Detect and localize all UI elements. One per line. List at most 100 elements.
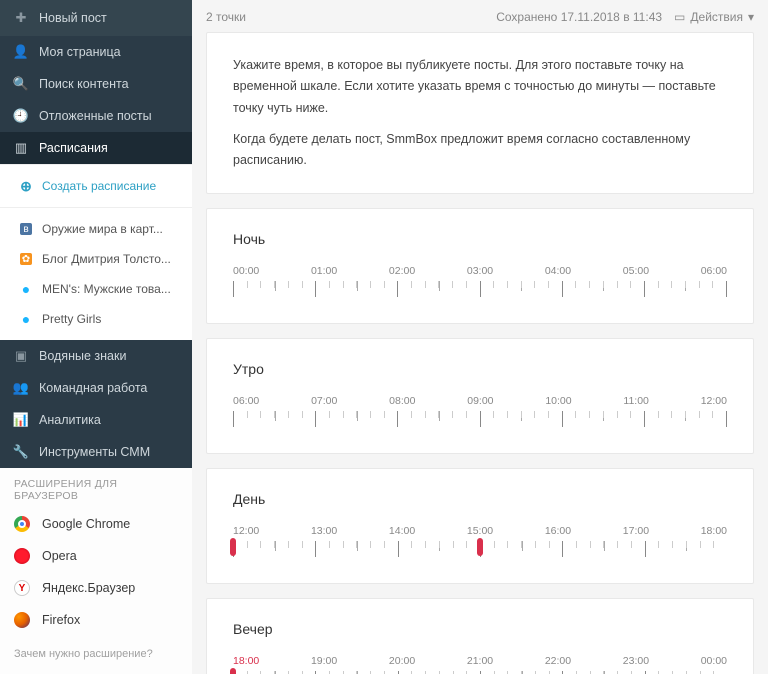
schedule-item[interactable]: ● Pretty Girls [0,304,192,334]
time-label: 18:00 [233,655,259,667]
schedule-label: Блог Дмитрия Толсто... [42,252,171,266]
scale-title: День [233,491,727,507]
schedule-marker[interactable] [230,668,236,674]
nav-label: Аналитика [39,413,101,427]
time-label: 13:00 [311,525,337,537]
actions-dropdown[interactable]: ▭ Действия ▾ [674,10,754,24]
time-label: 00:00 [233,265,259,277]
nav-team[interactable]: 👥 Командная работа [0,372,192,404]
plus-icon: ✚ [14,11,28,25]
nav-delayed-posts[interactable]: 🕘 Отложенные посты [0,100,192,132]
nav-label: Моя страница [39,45,121,59]
time-label: 03:00 [467,265,493,277]
timeline-night[interactable]: 00:0001:0002:0003:0004:0005:0006:00 [233,265,727,301]
schedule-item[interactable]: ● MEN's: Мужские това... [0,274,192,304]
time-label: 10:00 [545,395,571,407]
image-icon: ▣ [14,349,28,363]
nav-analytics[interactable]: 📊 Аналитика [0,404,192,436]
time-label: 09:00 [467,395,493,407]
chevron-down-icon: ▾ [748,10,754,24]
time-label: 04:00 [545,265,571,277]
nav-label: Расписания [39,141,108,155]
nav-search-content[interactable]: 🔍 Поиск контента [0,68,192,100]
time-label: 14:00 [389,525,415,537]
time-label: 02:00 [389,265,415,277]
create-schedule-button[interactable]: ⊕ Создать расписание [0,171,192,201]
time-label: 22:00 [545,655,571,667]
ext-label: Яндекс.Браузер [42,581,135,595]
clock-icon: 🕘 [14,109,28,123]
time-label: 06:00 [701,265,727,277]
nav-label: Командная работа [39,381,147,395]
dot-icon: ● [20,313,32,325]
ext-label: Opera [42,549,77,563]
nav-smm-tools[interactable]: 🔧 Инструменты СММ [0,436,192,468]
time-label: 06:00 [233,395,259,407]
time-label: 20:00 [389,655,415,667]
time-label: 11:00 [623,395,649,407]
ext-why-link[interactable]: Зачем нужно расширение? [0,636,192,672]
schedule-marker[interactable] [477,538,483,556]
time-label: 15:00 [467,525,493,537]
ext-firefox[interactable]: Firefox [0,604,192,636]
opera-icon [14,548,30,564]
scale-title: Ночь [233,231,727,247]
ext-chrome[interactable]: Google Chrome [0,508,192,540]
dot-icon: ● [20,283,32,295]
yandex-icon [14,580,30,596]
scale-title: Утро [233,361,727,377]
scale-evening: Вечер 18:00 19:00 20:00 21:00 22:00 23:00 00:0… [206,598,754,674]
intro-card: Укажите время, в которое вы публикуете п… [206,32,754,194]
time-label: 16:00 [545,525,571,537]
schedule-item[interactable]: ✿ Блог Дмитрия Толсто... [0,244,192,274]
time-label: 21:00 [467,655,493,667]
time-label: 19:00 [311,655,337,667]
new-post-label: Новый пост [39,11,107,25]
ext-yandex[interactable]: Яндекс.Браузер [0,572,192,604]
scale-title: Вечер [233,621,727,637]
time-label: 23:00 [623,655,649,667]
extensions-header: РАСШИРЕНИЯ ДЛЯ БРАУЗЕРОВ [0,468,192,508]
timeline-evening[interactable]: 18:00 19:00 20:00 21:00 22:00 23:00 00:00 [233,655,727,674]
user-icon: 👤 [14,45,28,59]
nav-label: Водяные знаки [39,349,126,363]
schedule-label: Оружие мира в карт... [42,222,163,236]
schedule-label: Pretty Girls [42,312,101,326]
points-count: 2 точки [206,10,246,24]
create-schedule-label: Создать расписание [42,179,156,193]
timeline-day[interactable]: 12:00 13:00 14:00 15:00 16:00 17:00 18:00 [233,525,727,561]
time-label: 12:00 [701,395,727,407]
nav-label: Поиск контента [39,77,129,91]
schedule-label: MEN's: Мужские това... [42,282,171,296]
intro-text-2: Когда будете делать пост, SmmBox предлож… [233,129,727,172]
chrome-icon [14,516,30,532]
timeline-morning[interactable]: 06:00 07:00 08:00 09:00 10:00 11:00 12:00 [233,395,727,431]
time-label: 12:00 [233,525,259,537]
new-post-button[interactable]: ✚ Новый пост [0,0,192,36]
folder-icon: ▭ [674,10,685,24]
nav-watermarks[interactable]: ▣ Водяные знаки [0,340,192,372]
ok-icon: ✿ [20,253,32,265]
nav-my-page[interactable]: 👤 Моя страница [0,36,192,68]
search-icon: 🔍 [14,77,28,91]
time-label: 00:00 [701,655,727,667]
time-label: 08:00 [389,395,415,407]
nav-label: Инструменты СММ [39,445,150,459]
calendar-icon: ▥ [14,141,28,155]
schedule-item[interactable]: в Оружие мира в карт... [0,214,192,244]
saved-timestamp: Сохранено 17.11.2018 в 11:43 [496,10,662,24]
wrench-icon: 🔧 [14,445,28,459]
nav-schedules[interactable]: ▥ Расписания [0,132,192,164]
schedule-marker[interactable] [230,538,236,556]
vk-icon: в [20,223,32,235]
nav-label: Отложенные посты [39,109,152,123]
time-label: 18:00 [701,525,727,537]
scale-night: Ночь 00:0001:0002:0003:0004:0005:0006:00 [206,208,754,324]
time-label: 17:00 [623,525,649,537]
firefox-icon [14,612,30,628]
time-label: 07:00 [311,395,337,407]
actions-label: Действия [690,10,743,24]
time-label: 05:00 [623,265,649,277]
ext-opera[interactable]: Opera [0,540,192,572]
chart-icon: 📊 [14,413,28,427]
